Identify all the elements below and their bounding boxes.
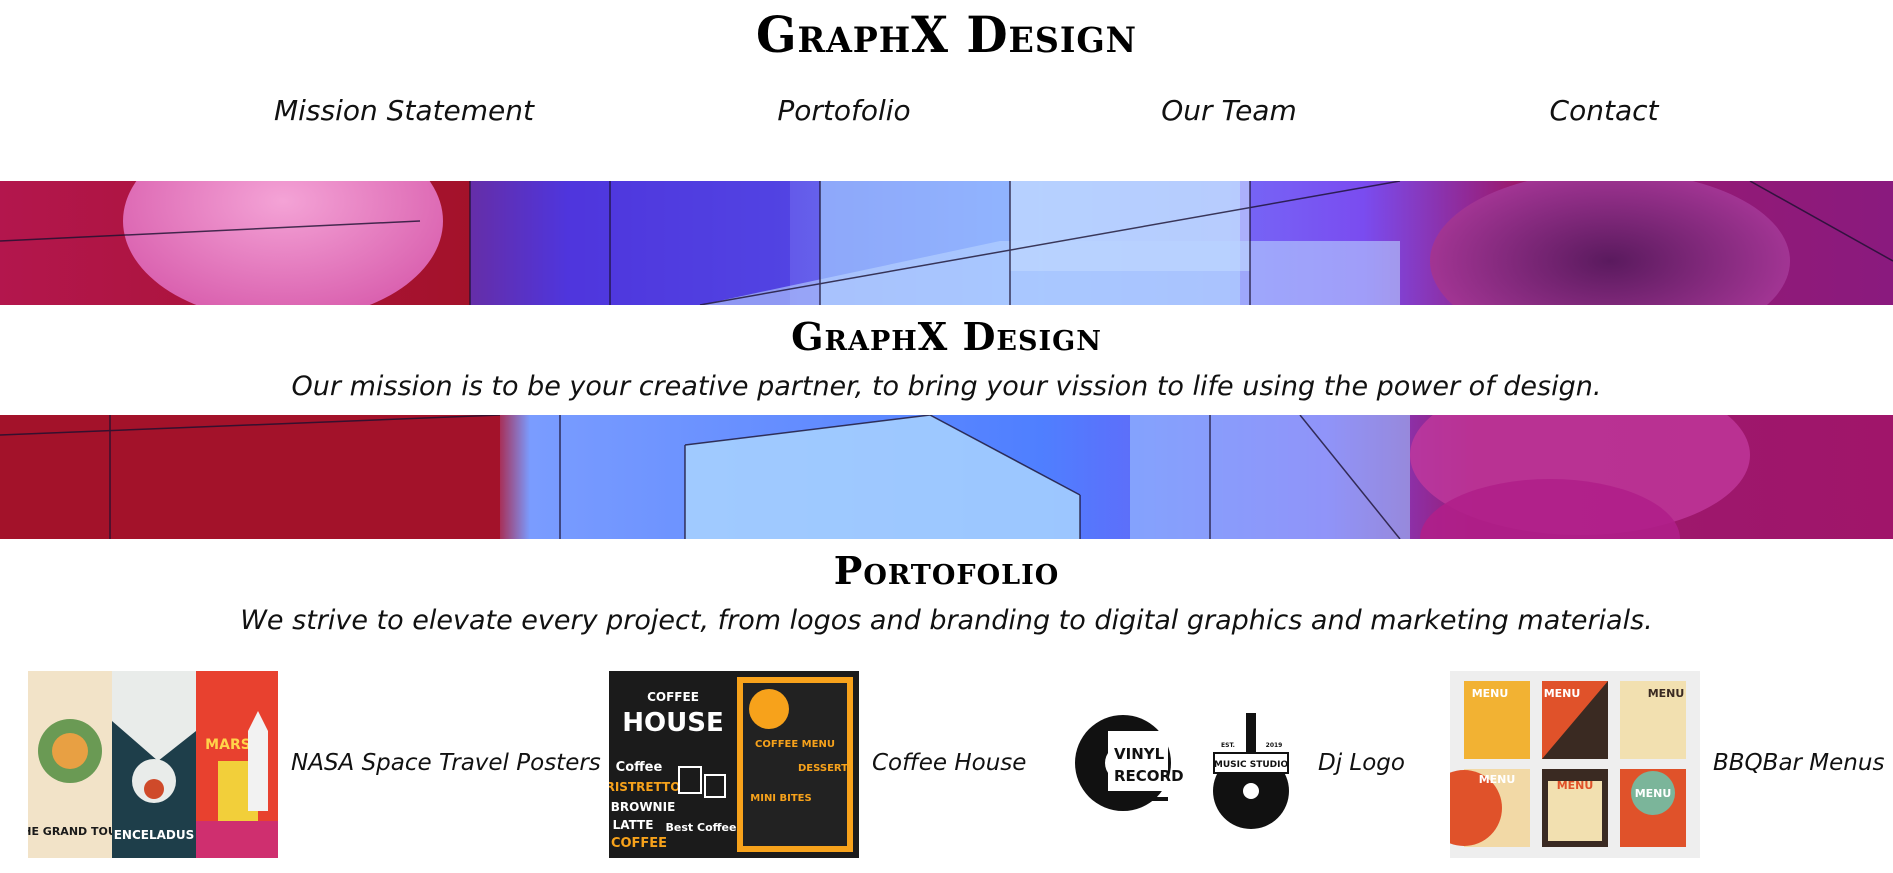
- brand-logo-title: GraphX Design: [755, 5, 1138, 64]
- coffee-text-coffee-menu: COFFEE MENU: [755, 739, 835, 750]
- coffee-text-coffee: COFFEE: [647, 690, 699, 704]
- bbq-text-menu-3: MENU: [1648, 687, 1685, 700]
- poster-text-mars: MARS: [205, 737, 251, 753]
- bbq-text-menu-5: MENU: [1557, 779, 1594, 792]
- dj-text-year: 2019: [1266, 742, 1283, 749]
- bbq-text-menu-1: MENU: [1472, 687, 1509, 700]
- nav-mission-statement[interactable]: Mission Statement: [274, 88, 534, 134]
- mission-title: GraphX Design: [791, 314, 1102, 359]
- hero-banner-bottom: [0, 415, 1893, 539]
- main-nav: Mission Statement Portofolio Our Team Co…: [0, 88, 1893, 134]
- dj-text-est: EST.: [1221, 742, 1235, 749]
- portfolio-item-nasa-image[interactable]: THE GRAND TOUR ENCELADUS MARS: [28, 671, 278, 858]
- coffee-text-ristretto: RISTRETTO: [609, 780, 680, 794]
- coffee-text-coffee-script: Coffee: [616, 760, 663, 775]
- portfolio-item-dj-label[interactable]: Dj Logo: [1318, 745, 1405, 781]
- bbq-text-menu-2: MENU: [1544, 687, 1581, 700]
- portfolio-title: Portofolio: [833, 548, 1060, 593]
- portfolio-item-coffee-image[interactable]: COFFEE HOUSE COFFEE MENU Coffee RISTRETT…: [609, 671, 859, 858]
- portfolio-item-coffee-label[interactable]: Coffee House: [872, 745, 1026, 781]
- coffee-text-brownie: BROWNIE: [611, 800, 676, 814]
- coffee-text-coffee-bottom: COFFEE: [611, 836, 667, 851]
- nav-contact[interactable]: Contact: [1550, 88, 1659, 134]
- portfolio-item-nasa-label[interactable]: NASA Space Travel Posters: [291, 745, 601, 781]
- coffee-text-mini-bites: MINI BITES: [750, 793, 811, 804]
- nav-portofolio[interactable]: Portofolio: [777, 88, 910, 134]
- coffee-text-house: HOUSE: [622, 708, 723, 738]
- portfolio-item-bbq-label[interactable]: BBQBar Menus: [1713, 745, 1884, 781]
- bbq-text-menu-6: MENU: [1635, 787, 1672, 800]
- mission-text: Our mission is to be your creative partn…: [291, 371, 1602, 402]
- portfolio-item-dj-image[interactable]: VINYL RECORD MUSIC STUDIO EST. 2019: [1068, 671, 1318, 858]
- dj-text-record: RECORD: [1114, 767, 1184, 785]
- hero-banner-top: [0, 181, 1893, 305]
- coffee-text-dessert: DESSERT: [798, 763, 848, 774]
- dj-text-vinyl: VINYL: [1114, 745, 1165, 763]
- poster-text-grand-tour: THE GRAND TOUR: [28, 825, 126, 838]
- dj-text-music-studio: MUSIC STUDIO: [1214, 760, 1289, 770]
- poster-text-enceladus: ENCELADUS: [114, 828, 195, 842]
- coffee-text-best-coffee: Best Coffee: [666, 821, 737, 834]
- bbq-text-menu-4: MENU: [1479, 773, 1516, 786]
- portfolio-text: We strive to elevate every project, from…: [240, 605, 1653, 636]
- nav-our-team[interactable]: Our Team: [1161, 88, 1297, 134]
- portfolio-item-bbq-image[interactable]: MENU MENU MENU MENU MENU MENU: [1450, 671, 1700, 858]
- coffee-text-latte: LATTE: [613, 818, 654, 832]
